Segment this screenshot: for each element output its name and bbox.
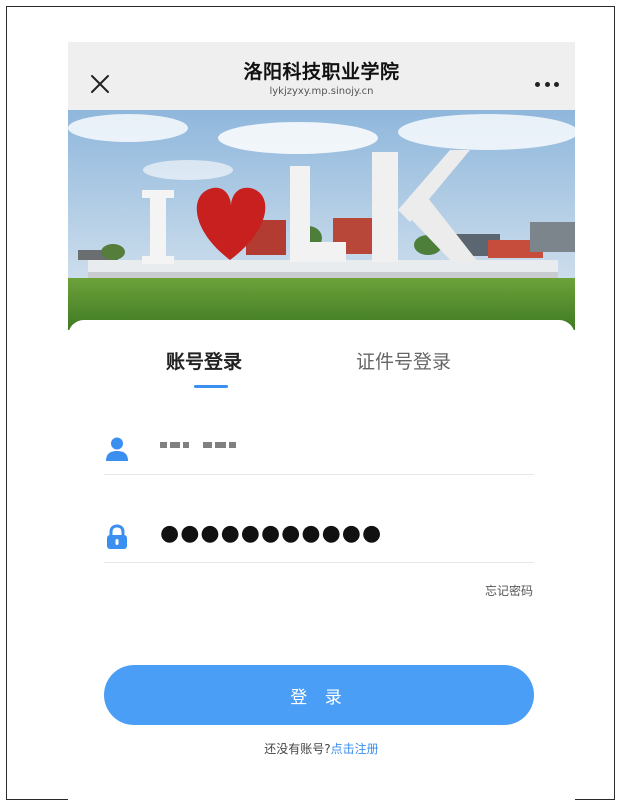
account-field[interactable] — [104, 418, 534, 475]
more-dot — [544, 81, 550, 87]
banner-image — [68, 110, 575, 330]
register-text: 还没有账号? — [264, 742, 331, 756]
more-dot — [535, 81, 540, 87]
active-tab-indicator — [194, 385, 228, 388]
tab-account-login[interactable]: 账号登录 — [166, 350, 242, 374]
page-title: 洛阳科技职业学院 — [243, 61, 400, 83]
user-icon — [106, 437, 128, 461]
register-prompt: 还没有账号?点击注册 — [68, 740, 575, 757]
more-icon[interactable] — [535, 76, 559, 92]
register-link[interactable]: 点击注册 — [331, 742, 379, 756]
login-card: 账号登录 证件号登录 ●●●●●●●●●●● 忘记密码 登 录 还没有账号?点击… — [68, 320, 575, 800]
banner-carousel[interactable] — [68, 110, 575, 330]
tab-id-login[interactable]: 证件号登录 — [356, 350, 451, 374]
title-bar: 洛阳科技职业学院 lykjzyxy.mp.sinojy.cn — [68, 42, 575, 110]
login-button[interactable]: 登 录 — [104, 665, 534, 725]
more-dot — [554, 81, 559, 87]
lock-icon — [107, 524, 127, 549]
account-value-obscured — [160, 442, 236, 448]
page-domain: lykjzyxy.mp.sinojy.cn — [269, 86, 374, 97]
title-block: 洛阳科技职业学院 lykjzyxy.mp.sinojy.cn — [68, 60, 575, 98]
password-value: ●●●●●●●●●●● — [160, 521, 383, 546]
mobile-screen: 洛阳科技职业学院 lykjzyxy.mp.sinojy.cn 账号登录 证件号登… — [68, 42, 575, 800]
password-field[interactable]: ●●●●●●●●●●● — [104, 506, 534, 563]
forgot-password-link[interactable]: 忘记密码 — [485, 582, 533, 599]
